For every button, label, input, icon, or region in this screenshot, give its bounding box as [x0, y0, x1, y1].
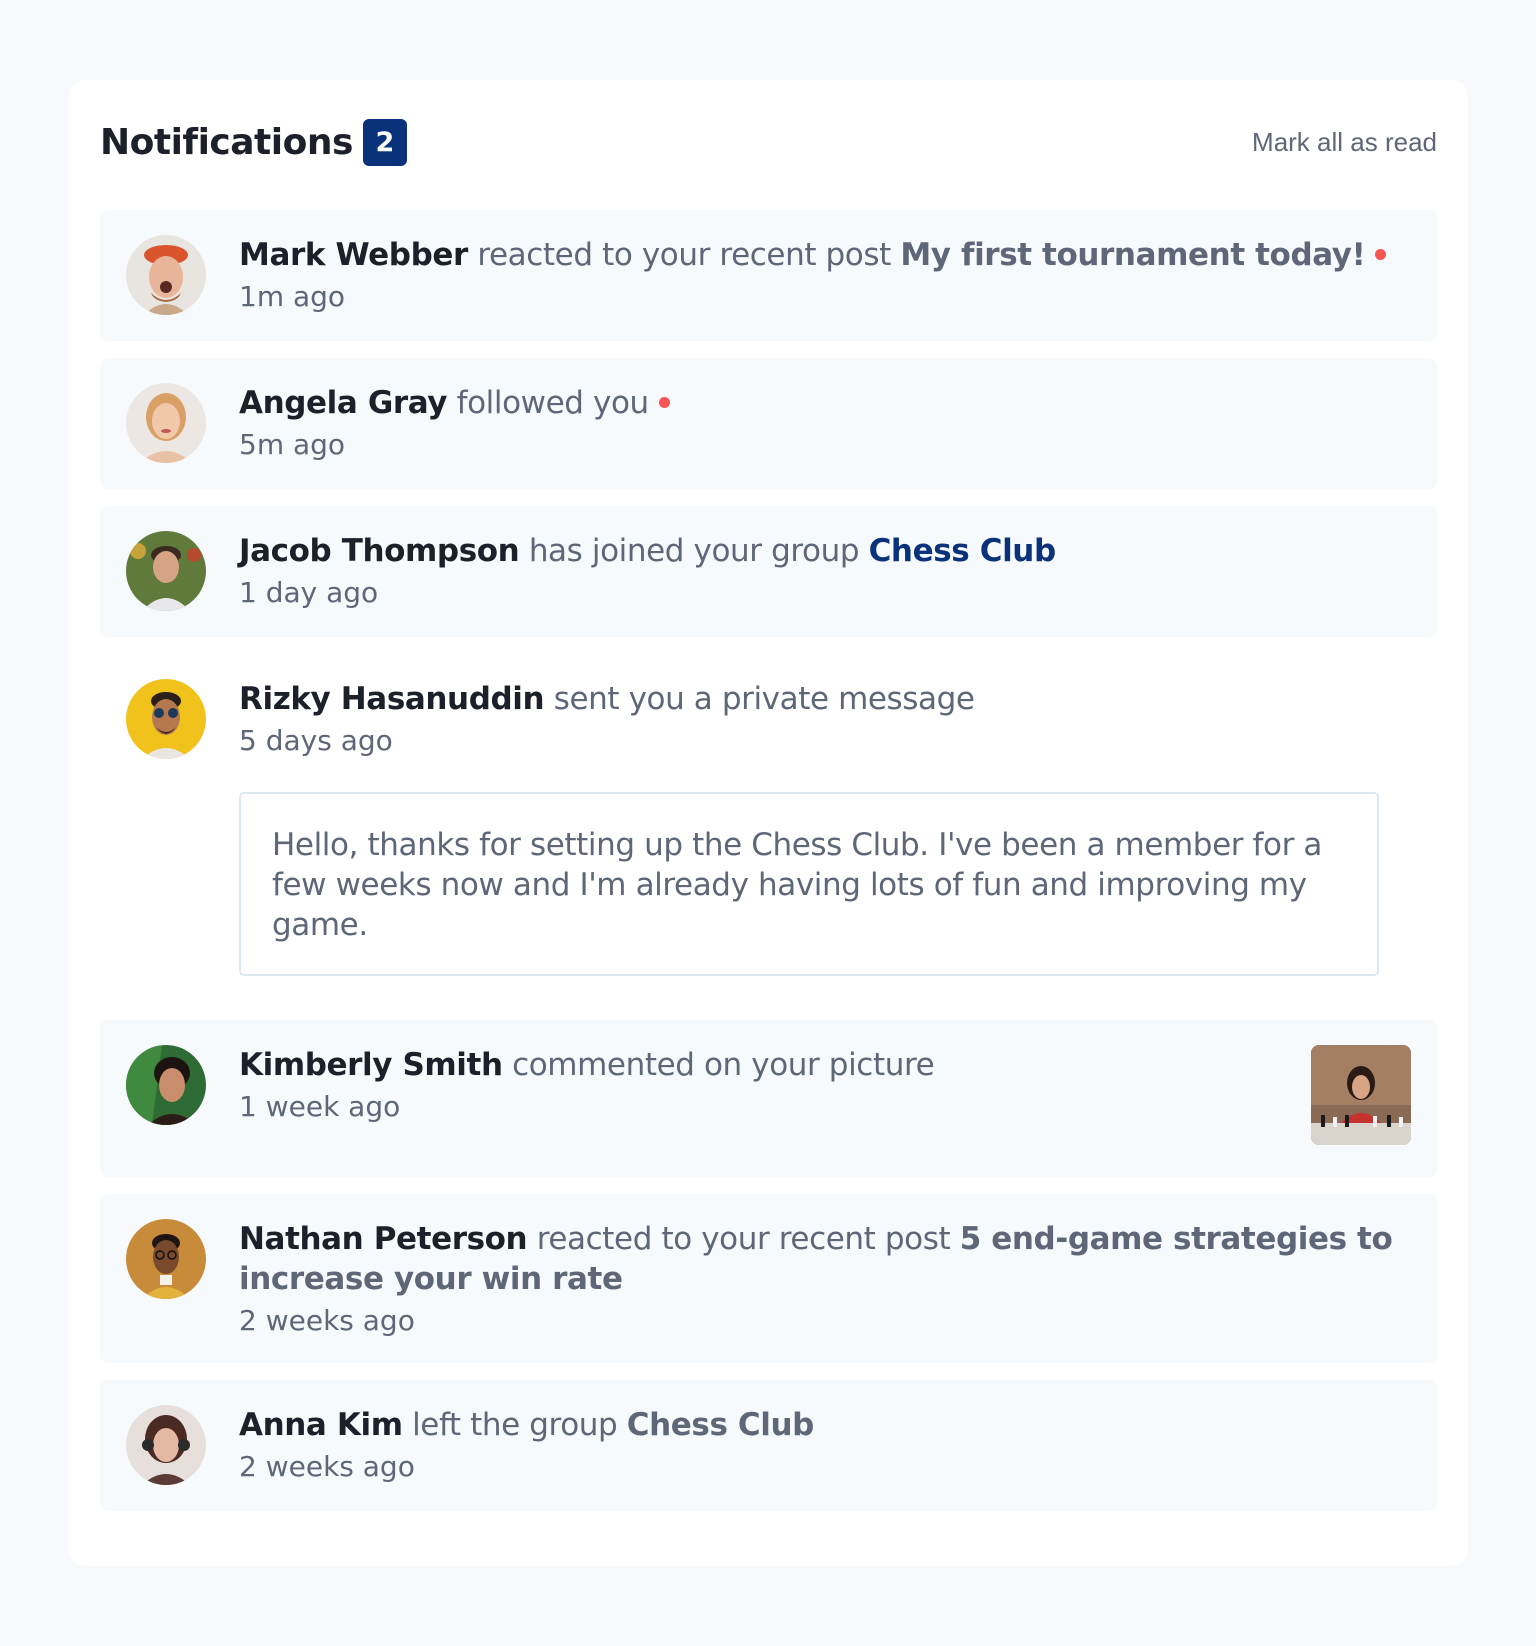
user-name[interactable]: Kimberly Smith: [239, 1047, 503, 1083]
private-message-preview[interactable]: Hello, thanks for setting up the Chess C…: [239, 792, 1379, 976]
action-text: reacted to your recent post: [477, 237, 891, 273]
notification-body: Mark Webber reacted to your recent post …: [239, 235, 1411, 317]
user-name[interactable]: Angela Gray: [239, 385, 448, 421]
notification-item[interactable]: Jacob Thompson has joined your group Che…: [100, 506, 1437, 637]
notification-text: Rizky Hasanuddin sent you a private mess…: [239, 679, 1411, 719]
notification-body: Rizky Hasanuddin sent you a private mess…: [239, 679, 1411, 976]
action-text: reacted to your recent post: [536, 1221, 951, 1257]
avatar-angela-gray[interactable]: [126, 383, 206, 463]
page-title: Notifications: [100, 122, 353, 163]
notification-text: Mark Webber reacted to your recent post …: [239, 235, 1411, 275]
avatar-image: [126, 679, 206, 759]
timestamp: 5 days ago: [239, 724, 393, 757]
unread-dot: [658, 397, 670, 408]
timestamp: 2 weeks ago: [239, 1304, 415, 1337]
timestamp: 1m ago: [239, 280, 346, 313]
user-name[interactable]: Nathan Peterson: [239, 1221, 528, 1257]
action-text: left the group: [412, 1407, 618, 1443]
notification-body: Nathan Peterson reacted to your recent p…: [239, 1219, 1411, 1341]
avatar-nathan-peterson[interactable]: [126, 1219, 206, 1299]
action-text: followed you: [456, 385, 650, 421]
notification-text: Anna Kim left the group Chess Club: [239, 1405, 1411, 1445]
title-wrap: Notifications 2: [100, 119, 407, 166]
notification-list: Mark Webber reacted to your recent post …: [100, 210, 1437, 1511]
notification-item[interactable]: Anna Kim left the group Chess Club 2 wee…: [100, 1380, 1437, 1511]
action-text: commented on your picture: [512, 1047, 935, 1083]
avatar-jacob-thompson[interactable]: [126, 531, 206, 611]
avatar-anna-kim[interactable]: [126, 1405, 206, 1485]
notification-text: Nathan Peterson reacted to your recent p…: [239, 1219, 1411, 1299]
avatar-image: [126, 531, 206, 611]
notification-item[interactable]: Rizky Hasanuddin sent you a private mess…: [100, 654, 1437, 1003]
user-name[interactable]: Mark Webber: [239, 237, 468, 273]
user-name[interactable]: Rizky Hasanuddin: [239, 681, 545, 717]
avatar-image: [126, 1219, 206, 1299]
commented-picture-thumbnail[interactable]: [1311, 1045, 1411, 1145]
notification-body: Anna Kim left the group Chess Club 2 wee…: [239, 1405, 1411, 1487]
timestamp: 2 weeks ago: [239, 1450, 415, 1483]
timestamp: 5m ago: [239, 428, 346, 461]
avatar-image: [126, 383, 206, 463]
avatar-image: [126, 235, 206, 315]
notification-body: Angela Gray followed you 5m ago: [239, 383, 1411, 465]
notification-item[interactable]: Nathan Peterson reacted to your recent p…: [100, 1194, 1437, 1363]
group-link[interactable]: Chess Club: [869, 533, 1057, 569]
picture-image: [1311, 1045, 1411, 1145]
mark-all-read-button[interactable]: Mark all as read: [1252, 127, 1437, 158]
notification-item[interactable]: Kimberly Smith commented on your picture…: [100, 1020, 1437, 1177]
notification-body: Jacob Thompson has joined your group Che…: [239, 531, 1411, 613]
avatar-mark-webber[interactable]: [126, 235, 206, 315]
action-text: has joined your group: [528, 533, 860, 569]
timestamp: 1 week ago: [239, 1090, 401, 1123]
notification-text: Kimberly Smith commented on your picture: [239, 1045, 1411, 1085]
unread-count-badge: 2: [362, 119, 407, 166]
user-name[interactable]: Jacob Thompson: [239, 533, 520, 569]
header: Notifications 2 Mark all as read: [100, 115, 1437, 170]
notification-item[interactable]: Angela Gray followed you 5m ago: [100, 358, 1437, 489]
avatar-kimberly-smith[interactable]: [126, 1045, 206, 1125]
avatar-image: [126, 1045, 206, 1125]
group-link[interactable]: Chess Club: [627, 1407, 815, 1443]
post-link[interactable]: My first tournament today!: [900, 237, 1365, 273]
notification-item[interactable]: Mark Webber reacted to your recent post …: [100, 210, 1437, 341]
avatar-image: [126, 1405, 206, 1485]
user-name[interactable]: Anna Kim: [239, 1407, 403, 1443]
unread-dot: [1375, 249, 1387, 260]
timestamp: 1 day ago: [239, 576, 379, 609]
notification-body: Kimberly Smith commented on your picture…: [239, 1045, 1411, 1127]
notifications-card: Notifications 2 Mark all as read Mark We…: [69, 80, 1468, 1566]
action-text: sent you a private message: [553, 681, 975, 717]
avatar-rizky-hasanuddin[interactable]: [126, 679, 206, 759]
notification-text: Angela Gray followed you: [239, 383, 1411, 423]
notification-text: Jacob Thompson has joined your group Che…: [239, 531, 1411, 571]
